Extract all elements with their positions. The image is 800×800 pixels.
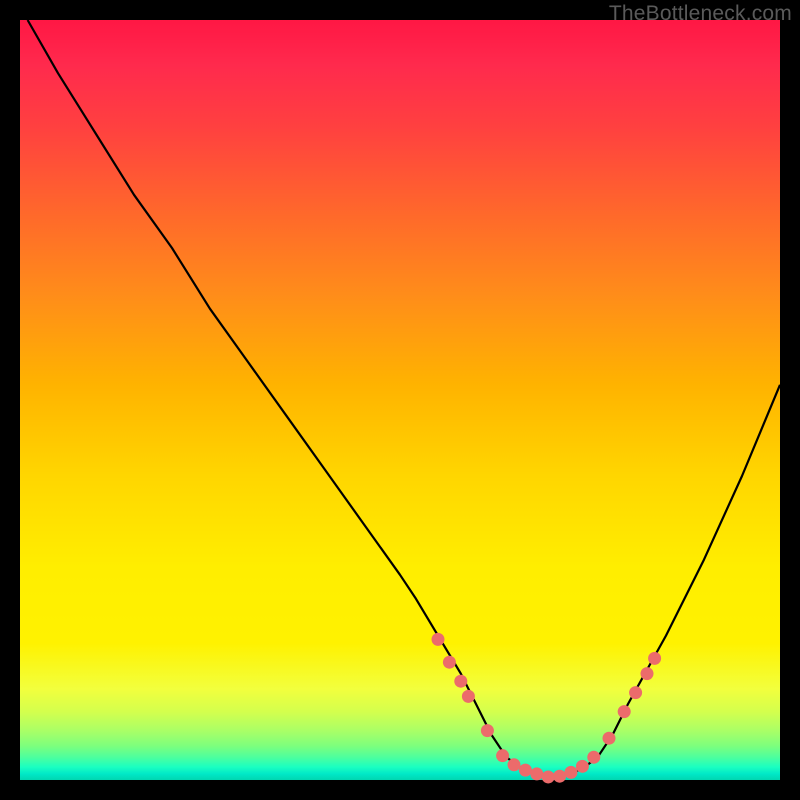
marker-dot: [462, 690, 475, 703]
marker-dot: [432, 633, 445, 646]
chart-svg: [20, 20, 780, 780]
marker-dot: [629, 686, 642, 699]
chart-stage: TheBottleneck.com: [0, 0, 800, 800]
marker-dot: [530, 767, 543, 780]
marker-dot: [565, 766, 578, 779]
marker-dot: [553, 770, 566, 783]
marker-dot: [603, 732, 616, 745]
marker-dot: [443, 656, 456, 669]
bottleneck-curve: [28, 20, 780, 778]
marker-dot: [519, 764, 532, 777]
marker-dot: [508, 758, 521, 771]
marker-dot: [496, 749, 509, 762]
watermark-label: TheBottleneck.com: [609, 2, 792, 26]
curve-markers: [432, 633, 662, 784]
marker-dot: [641, 667, 654, 680]
marker-dot: [542, 770, 555, 783]
marker-dot: [576, 760, 589, 773]
marker-dot: [454, 675, 467, 688]
marker-dot: [481, 724, 494, 737]
marker-dot: [618, 705, 631, 718]
marker-dot: [587, 751, 600, 764]
marker-dot: [648, 652, 661, 665]
